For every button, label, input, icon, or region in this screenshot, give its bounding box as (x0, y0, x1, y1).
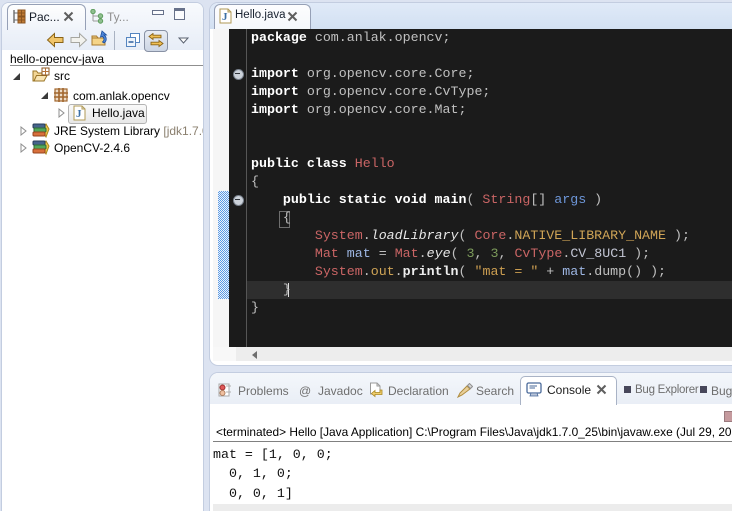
svg-text:J: J (222, 11, 228, 23)
svg-text:J: J (76, 108, 82, 120)
